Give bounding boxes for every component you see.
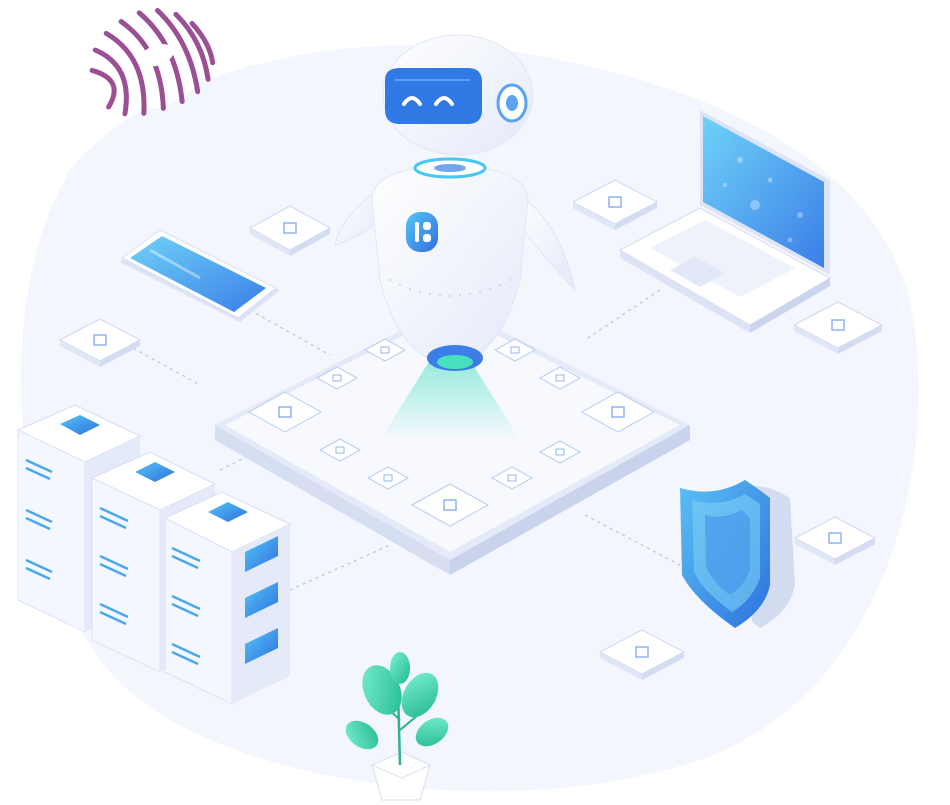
isometric-ai-network-illustration [16, 7, 919, 801]
robot-chest-logo [406, 212, 438, 252]
server-rack [163, 491, 292, 705]
illustration-canvas [0, 0, 950, 805]
plant-leaf [390, 652, 410, 684]
robot-visor [385, 68, 482, 124]
